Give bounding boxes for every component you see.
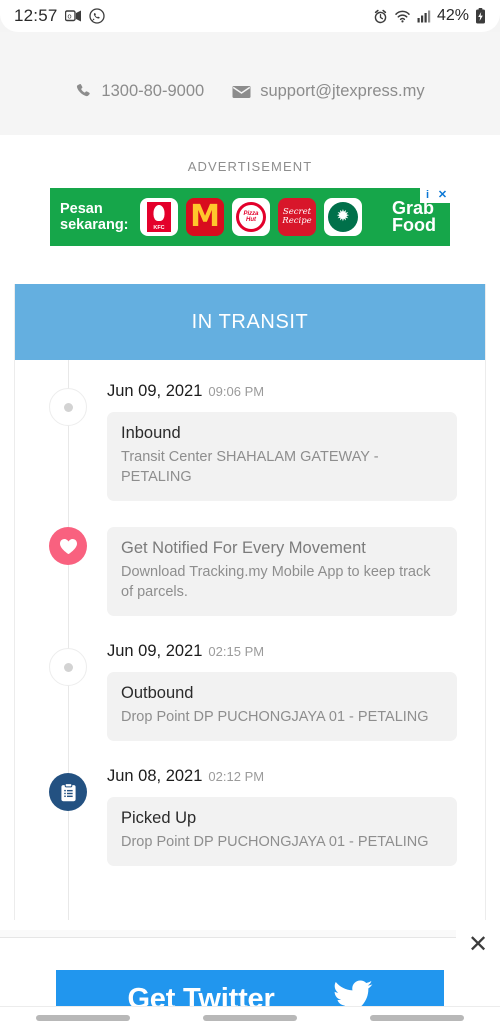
status-bar: 12:57 o 42% — [0, 0, 500, 32]
timeline-event: Jun 08, 2021 02:12 PM Picked Up Drop Poin… — [15, 767, 485, 892]
outlook-icon: o — [64, 9, 82, 24]
timeline-promo-title: Get Notified For Every Movement — [121, 539, 366, 557]
contact-email[interactable]: support@jtexpress.my — [232, 82, 425, 101]
pizzahut-logo-icon: Pizza Hut — [232, 198, 270, 236]
close-ad-button[interactable]: ✕ — [456, 920, 500, 968]
timeline-dot-icon — [49, 648, 87, 686]
secret-recipe-line2: Recipe — [282, 216, 312, 226]
timeline-promo-box[interactable]: Get Notified For Every Movement Download… — [107, 527, 457, 616]
phone-icon — [75, 83, 92, 100]
alarm-icon — [373, 9, 388, 24]
timeline-event-date-row: Jun 09, 2021 09:06 PM — [107, 382, 457, 401]
timeline-event-title: Inbound — [121, 424, 181, 442]
timeline-promo-body: Get Notified For Every Movement Download… — [107, 527, 485, 642]
advertisement-banner[interactable]: Pesan sekarang: KFC M Pizza Hut Secret R… — [50, 188, 450, 246]
timeline-event-title: Outbound — [121, 684, 194, 702]
tracking-status-header: IN TRANSIT — [15, 284, 485, 360]
timeline-event-time: 02:12 PM — [208, 769, 265, 784]
secret-recipe-logo-icon: Secret Recipe — [278, 198, 316, 236]
timeline-dot-icon — [49, 388, 87, 426]
android-navigation-bar — [0, 1006, 500, 1028]
phone-screen: 12:57 o 42% 1300-80-9000 support@jtexpre… — [0, 0, 500, 1028]
contact-phone-label: 1300-80-9000 — [101, 82, 205, 100]
signal-icon — [417, 9, 431, 23]
pizzahut-logo-label: Pizza Hut — [243, 211, 259, 223]
timeline-event-time: 02:15 PM — [208, 644, 265, 659]
advertisement-section: ADVERTISEMENT Pesan sekarang: KFC M Pizz… — [0, 135, 500, 246]
status-bar-left: 12:57 o — [14, 6, 105, 26]
grabfood-line2: Food — [392, 215, 436, 235]
timeline-event-location: Transit Center SHAHALAM GATEWAY - PETALI… — [121, 449, 379, 485]
advertisement-cta-label: Pesan sekarang: — [60, 200, 129, 233]
nav-back-button[interactable] — [369, 1014, 464, 1021]
timeline-event-date: Jun 09, 2021 — [107, 642, 203, 660]
envelope-icon — [232, 85, 251, 99]
battery-percent-label: 42% — [436, 7, 469, 24]
timeline-event-body: Jun 08, 2021 02:12 PM Picked Up Drop Poin… — [107, 767, 485, 892]
nav-home-button[interactable] — [202, 1014, 297, 1021]
contact-phone[interactable]: 1300-80-9000 — [75, 82, 204, 101]
nav-recents-button[interactable] — [36, 1014, 131, 1021]
status-bar-right: 42% — [373, 7, 486, 25]
timeline-promo-description: Download Tracking.my Mobile App to keep … — [121, 564, 431, 600]
kfc-logo-label: KFC — [153, 225, 165, 231]
tracking-card: IN TRANSIT Jun 09, 2021 09:06 PM Inbound … — [14, 284, 486, 923]
page-content: 1300-80-9000 support@jtexpress.my ADVERT… — [0, 32, 500, 1028]
ad-info-icon[interactable]: i — [420, 188, 435, 203]
starbucks-logo-icon: ✹ — [324, 198, 362, 236]
timeline-event-location: Drop Point DP PUCHONGJAYA 01 - PETALING — [121, 709, 429, 725]
timeline-event-location: Drop Point DP PUCHONGJAYA 01 - PETALING — [121, 834, 429, 850]
timeline-event-title: Picked Up — [121, 809, 197, 827]
clipboard-icon — [49, 773, 87, 811]
ad-close-icon[interactable]: ✕ — [435, 188, 450, 203]
advertisement-label: ADVERTISEMENT — [187, 159, 313, 174]
grabfood-logo: Grab Food — [392, 199, 440, 235]
mcdonalds-logo-icon: M — [186, 198, 224, 236]
timeline-event-box: Inbound Transit Center SHAHALAM GATEWAY … — [107, 412, 457, 501]
timeline-event: Jun 09, 2021 09:06 PM Inbound Transit Cen… — [15, 382, 485, 527]
timeline-event-body: Jun 09, 2021 02:15 PM Outbound Drop Point… — [107, 642, 485, 767]
mcdonalds-logo-label: M — [190, 199, 220, 235]
timeline-promo[interactable]: Get Notified For Every Movement Download… — [15, 527, 485, 642]
timeline-event: Jun 09, 2021 02:15 PM Outbound Drop Point… — [15, 642, 485, 767]
timeline-event-date-row: Jun 08, 2021 02:12 PM — [107, 767, 457, 786]
timeline-event-date: Jun 09, 2021 — [107, 382, 203, 400]
bottom-ad-topline — [0, 937, 500, 938]
contact-email-label: support@jtexpress.my — [260, 82, 425, 100]
tracking-timeline: Jun 09, 2021 09:06 PM Inbound Transit Cen… — [15, 360, 485, 922]
heart-icon — [49, 527, 87, 565]
ad-choices-controls: i ✕ — [420, 188, 450, 203]
contact-bar: 1300-80-9000 support@jtexpress.my — [0, 32, 500, 135]
advertisement-brand-logos: KFC M Pizza Hut Secret Recipe ✹ — [140, 198, 362, 236]
status-bar-clock: 12:57 — [14, 6, 58, 25]
timeline-event-box: Outbound Drop Point DP PUCHONGJAYA 01 - … — [107, 672, 457, 741]
timeline-event-body: Jun 09, 2021 09:06 PM Inbound Transit Cen… — [107, 382, 485, 527]
timeline-event-time: 09:06 PM — [208, 384, 265, 399]
timeline-event-date-row: Jun 09, 2021 02:15 PM — [107, 642, 457, 661]
wifi-icon — [394, 9, 411, 23]
starbucks-siren-glyph: ✹ — [336, 208, 350, 225]
close-icon: ✕ — [467, 930, 489, 958]
timeline-event-box: Picked Up Drop Point DP PUCHONGJAYA 01 -… — [107, 797, 457, 866]
whatsapp-icon — [88, 8, 105, 24]
timeline-event-date: Jun 08, 2021 — [107, 767, 203, 785]
kfc-logo-icon: KFC — [140, 198, 178, 236]
svg-text:o: o — [67, 12, 71, 20]
battery-charging-icon — [475, 8, 486, 24]
